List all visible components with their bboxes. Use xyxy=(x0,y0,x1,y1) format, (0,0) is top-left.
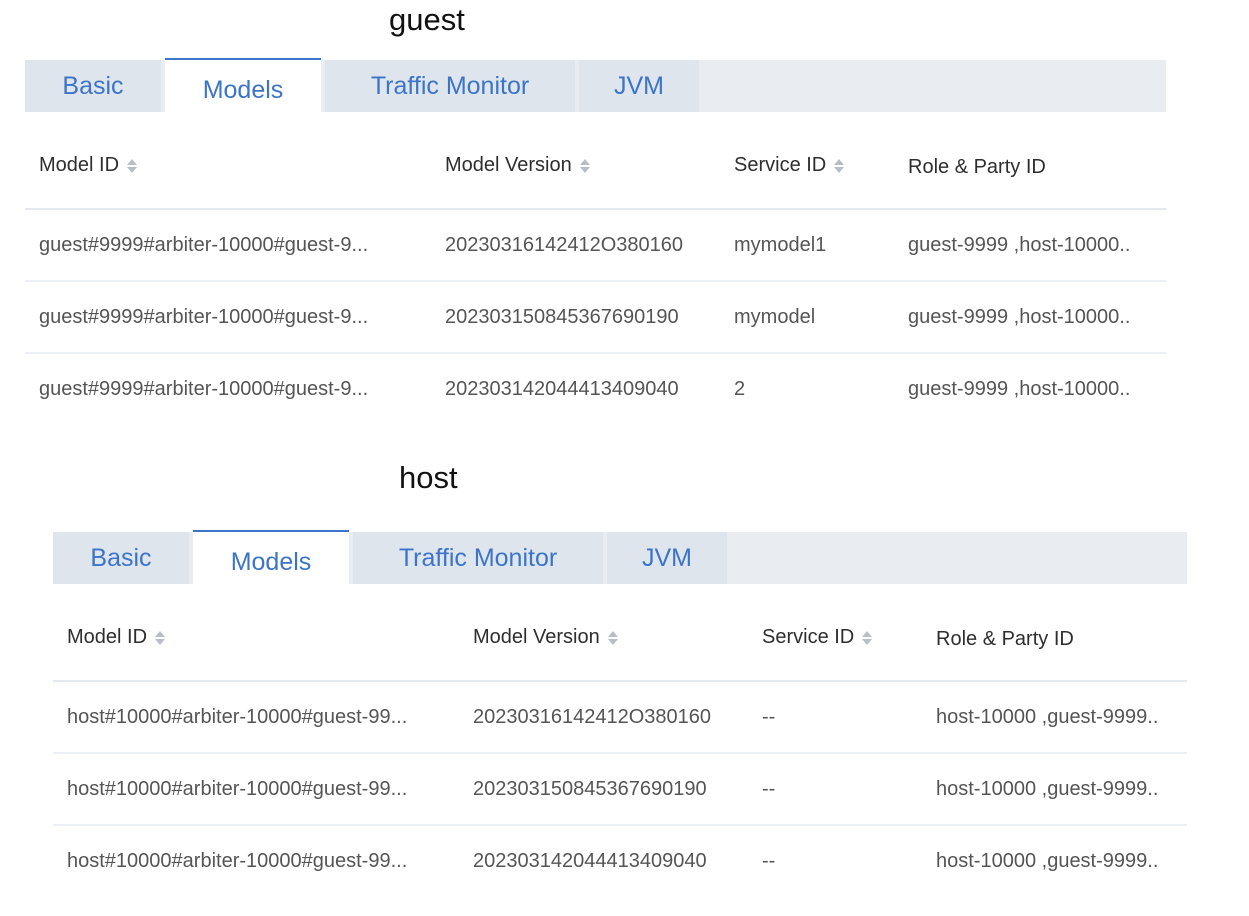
cell-model-id: host#10000#arbiter-10000#guest-99... xyxy=(67,778,408,800)
cell-service-id: -- xyxy=(762,778,776,800)
cell-model-version: 202303150845367690190 xyxy=(445,306,679,328)
host-tab-bar: Basic Models Traffic Monitor JVM xyxy=(53,530,1187,584)
column-header-service-id[interactable]: Service ID xyxy=(762,626,873,649)
guest-section-title: guest xyxy=(389,2,465,37)
tab-label: Basic xyxy=(90,544,152,572)
tab-basic[interactable]: Basic xyxy=(25,60,161,112)
tab-models[interactable]: Models xyxy=(165,58,321,112)
cell-model-version: 20230316142412O380160 xyxy=(473,706,712,728)
host-section-title: host xyxy=(399,460,458,495)
tab-models[interactable]: Models xyxy=(193,530,349,584)
column-header-label: Model Version xyxy=(445,154,572,176)
tab-label: Models xyxy=(202,76,284,104)
tab-label: Models xyxy=(230,548,312,576)
column-header-label: Service ID xyxy=(762,626,855,648)
table-row[interactable]: host#10000#arbiter-10000#guest-99... 202… xyxy=(53,682,1187,754)
table-row[interactable]: host#10000#arbiter-10000#guest-99... 202… xyxy=(53,826,1187,896)
sort-icon[interactable] xyxy=(579,158,590,174)
table-header: Model ID Model Version Service ID Role &… xyxy=(53,584,1187,682)
tab-label: Traffic Monitor xyxy=(370,72,530,100)
cell-service-id: mymodel xyxy=(734,306,816,328)
guest-tab-bar: Basic Models Traffic Monitor JVM xyxy=(25,58,1166,112)
sort-icon[interactable] xyxy=(155,630,166,646)
column-header-service-id[interactable]: Service ID xyxy=(734,154,845,177)
cell-model-id: guest#9999#arbiter-10000#guest-9... xyxy=(39,306,369,328)
guest-panel: Basic Models Traffic Monitor JVM Model I… xyxy=(25,58,1166,424)
table-row[interactable]: guest#9999#arbiter-10000#guest-9... 2023… xyxy=(25,210,1166,282)
table-header: Model ID Model Version Service ID Role &… xyxy=(25,112,1166,210)
sort-icon[interactable] xyxy=(127,158,138,174)
column-header-model-id[interactable]: Model ID xyxy=(39,154,138,177)
cell-model-id: guest#9999#arbiter-10000#guest-9... xyxy=(39,378,369,400)
cell-service-id: 2 xyxy=(734,378,746,400)
column-header-label: Model ID xyxy=(67,626,148,648)
tab-traffic-monitor[interactable]: Traffic Monitor xyxy=(325,60,575,112)
tab-jvm[interactable]: JVM xyxy=(607,532,727,584)
tab-label: Basic xyxy=(62,72,124,100)
sort-icon[interactable] xyxy=(862,630,873,646)
column-header-label: Service ID xyxy=(734,154,827,176)
cell-role-party-id: guest-9999 ,host-10000.. xyxy=(908,378,1131,400)
column-header-model-version[interactable]: Model Version xyxy=(445,154,590,177)
cell-model-version: 202303150845367690190 xyxy=(473,778,707,800)
table-row[interactable]: guest#9999#arbiter-10000#guest-9... 2023… xyxy=(25,282,1166,354)
cell-role-party-id: guest-9999 ,host-10000.. xyxy=(908,234,1131,256)
sort-icon[interactable] xyxy=(834,158,845,174)
cell-role-party-id: host-10000 ,guest-9999.. xyxy=(936,778,1159,800)
column-header-label: Role & Party ID xyxy=(908,156,1046,178)
cell-service-id: -- xyxy=(762,706,776,728)
cell-role-party-id: guest-9999 ,host-10000.. xyxy=(908,306,1131,328)
column-header-label: Model Version xyxy=(473,626,600,648)
cell-model-version: 20230316142412O380160 xyxy=(445,234,684,256)
tab-label: Traffic Monitor xyxy=(398,544,558,572)
column-header-label: Role & Party ID xyxy=(936,628,1074,650)
column-header-model-version[interactable]: Model Version xyxy=(473,626,618,649)
cell-role-party-id: host-10000 ,guest-9999.. xyxy=(936,850,1159,872)
cell-model-version: 202303142044413409040 xyxy=(445,378,679,400)
cell-service-id: mymodel1 xyxy=(734,234,827,256)
sort-icon[interactable] xyxy=(607,630,618,646)
cell-model-version: 202303142044413409040 xyxy=(473,850,707,872)
cell-model-id: guest#9999#arbiter-10000#guest-9... xyxy=(39,234,369,256)
cell-service-id: -- xyxy=(762,850,776,872)
tab-basic[interactable]: Basic xyxy=(53,532,189,584)
tab-traffic-monitor[interactable]: Traffic Monitor xyxy=(353,532,603,584)
tab-label: JVM xyxy=(642,544,692,572)
column-header-model-id[interactable]: Model ID xyxy=(67,626,166,649)
column-header-label: Model ID xyxy=(39,154,120,176)
column-header-role-party-id: Role & Party ID xyxy=(936,628,1074,651)
host-panel: Basic Models Traffic Monitor JVM Model I… xyxy=(53,530,1187,896)
cell-model-id: host#10000#arbiter-10000#guest-99... xyxy=(67,850,408,872)
tab-jvm[interactable]: JVM xyxy=(579,60,699,112)
column-header-role-party-id: Role & Party ID xyxy=(908,156,1046,179)
cell-role-party-id: host-10000 ,guest-9999.. xyxy=(936,706,1159,728)
cell-model-id: host#10000#arbiter-10000#guest-99... xyxy=(67,706,408,728)
table-row[interactable]: guest#9999#arbiter-10000#guest-9... 2023… xyxy=(25,354,1166,424)
table-row[interactable]: host#10000#arbiter-10000#guest-99... 202… xyxy=(53,754,1187,826)
tab-label: JVM xyxy=(614,72,664,100)
